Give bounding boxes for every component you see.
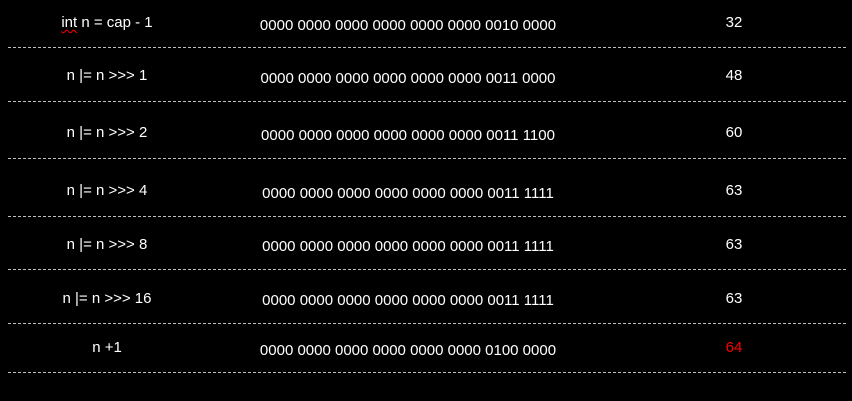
decimal-value-cell: 48	[725, 67, 743, 84]
binary-cell: 0000 0000 0000 0000 0000 0000 0011 0000	[260, 70, 556, 87]
row-divider	[8, 47, 846, 48]
binary-cell: 0000 0000 0000 0000 0000 0000 0011 1100	[261, 127, 555, 144]
decimal-value-cell: 63	[725, 236, 743, 253]
expression-cell: n |= n >>> 8	[66, 236, 148, 253]
row-divider	[8, 372, 846, 373]
expression-cell: n |= n >>> 16	[62, 290, 152, 307]
binary-cell: 0000 0000 0000 0000 0000 0000 0011 1111	[262, 185, 554, 202]
expression-cell: int n = cap - 1	[0, 14, 217, 32]
decimal-value-cell: 32	[725, 14, 743, 31]
row-divider	[8, 158, 846, 159]
row-divider	[8, 101, 846, 102]
decimal-value-cell: 63	[725, 182, 743, 199]
row-divider	[8, 269, 846, 270]
binary-cell: 0000 0000 0000 0000 0000 0000 0011 1111	[262, 292, 554, 309]
result-value-cell: 64	[725, 339, 743, 356]
expression-text: n = cap - 1	[77, 14, 153, 31]
expression-cell: n |= n >>> 1	[66, 67, 148, 84]
binary-cell: 0000 0000 0000 0000 0000 0000 0100 0000	[259, 342, 557, 359]
binary-cell: 0000 0000 0000 0000 0000 0000 0010 0000	[259, 17, 557, 34]
expression-cell: n +1	[92, 339, 122, 356]
decimal-value-cell: 63	[725, 290, 743, 307]
decimal-value-cell: 60	[725, 124, 743, 141]
expression-cell: n |= n >>> 2	[66, 124, 148, 141]
row-divider	[8, 323, 846, 324]
binary-cell: 0000 0000 0000 0000 0000 0000 0011 1111	[262, 238, 554, 255]
row-divider	[8, 216, 846, 217]
expression-cell: n |= n >>> 4	[66, 182, 148, 199]
spellcheck-flagged-word: int	[61, 14, 78, 31]
